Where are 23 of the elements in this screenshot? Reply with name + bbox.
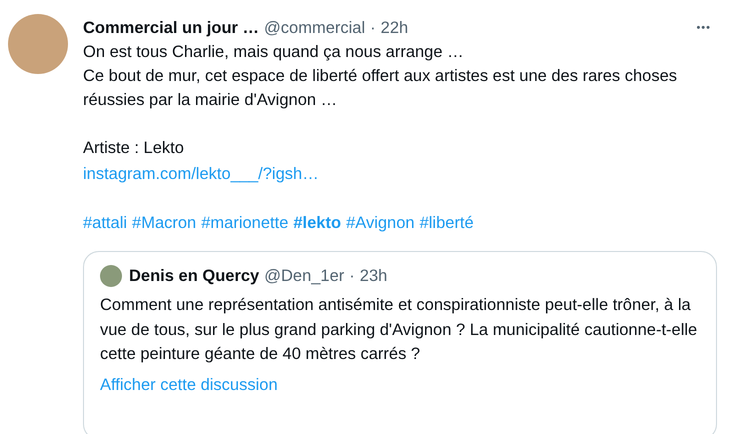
tweet-text: Ce bout de mur, cet espace de liberté offert aux artistes est une des rares choses réussies par la mairie d'Avignon …: [83, 66, 678, 111]
artist-credit: Artiste : Lekto: [83, 138, 185, 159]
hashtag-link[interactable]: #attali: [83, 209, 128, 237]
separator-dot: ·: [370, 18, 376, 38]
instagram-link[interactable]: instagram.com/lekto___/?igsh…: [83, 160, 319, 188]
quoted-tweet-card[interactable]: [83, 251, 717, 434]
hashtag-link[interactable]: #Avignon: [346, 209, 415, 237]
tweet-time[interactable]: 22h: [380, 18, 408, 38]
tweet-text: On est tous Charlie, mais quand ça nous arrange …: [83, 42, 465, 63]
quote-author-name: Denis en Quercy: [129, 266, 260, 286]
quote-text: Comment une représentation antisémite et conspirationniste peut-elle trôner, à la vue de tous, sur le plus grand parking d'Avignon ? La municipalité cautionne-t-elle cette peinture géante de 40 mètres carrés ?: [100, 295, 698, 365]
quote-time: 23h: [360, 266, 388, 286]
quote-avatar-photo-placeholder: [100, 265, 122, 287]
more-button[interactable]: •••: [690, 18, 717, 38]
author-name[interactable]: Commercial un jour …: [83, 18, 260, 38]
quote-author-handle: @Den_1er: [264, 266, 344, 286]
hashtag-link[interactable]: #liberté: [420, 209, 474, 237]
show-thread-link[interactable]: Afficher cette discussion: [100, 370, 278, 398]
separator-dot: ·: [349, 266, 355, 286]
hashtag-link[interactable]: #Macron: [132, 209, 196, 237]
author-handle[interactable]: @commercial: [264, 18, 366, 38]
hashtag-link[interactable]: #marionette: [201, 209, 288, 237]
hashtag-link[interactable]: #lekto: [293, 209, 342, 237]
